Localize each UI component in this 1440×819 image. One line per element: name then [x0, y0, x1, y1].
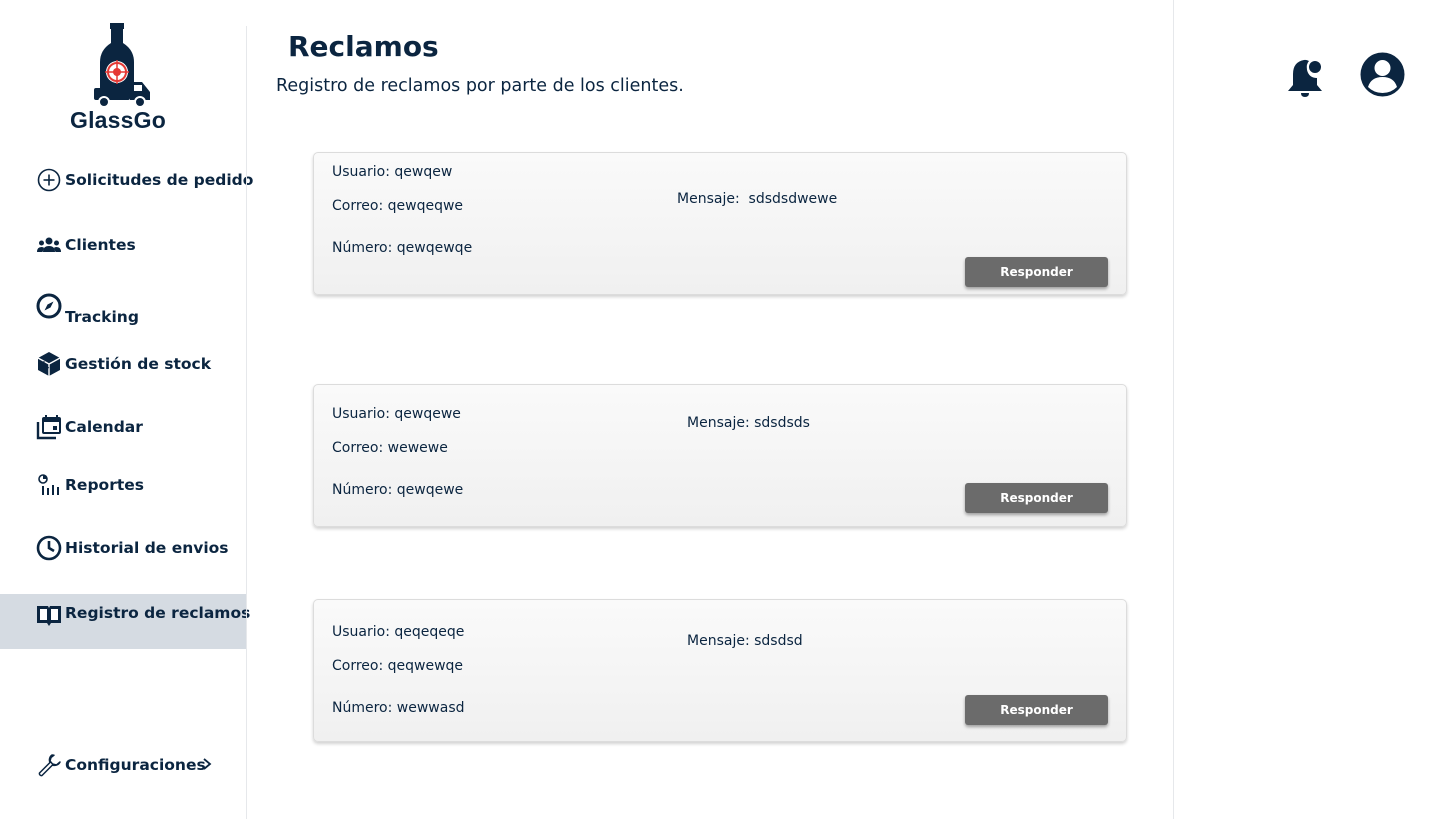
chevron-right-icon [201, 756, 213, 775]
claim-card: Usuario: qewqewe Correo: wewewe Número: … [313, 384, 1127, 527]
claim-mensaje: Mensaje: sdsdsd [687, 633, 803, 649]
claim-usuario: Usuario: qewqew [332, 164, 453, 180]
claim-correo: Correo: qewqeqwe [332, 198, 464, 214]
sidebar-item-configuraciones[interactable]: Configuraciones [0, 745, 247, 785]
claim-mensaje: Mensaje: sdsdsdwewe [677, 191, 838, 207]
user-account-icon[interactable] [1359, 52, 1406, 101]
glassgo-logo[interactable]: GlassGo [62, 20, 174, 135]
sidebar-item-label: Tracking [65, 308, 139, 326]
sidebar-divider [246, 26, 247, 819]
bottle-truck-logo-icon [94, 23, 150, 108]
claim-usuario: Usuario: qewqewe [332, 406, 461, 422]
claim-correo: Correo: wewewe [332, 440, 448, 456]
sidebar-item-reportes[interactable]: Reportes [0, 465, 247, 505]
sidebar-item-label: Reportes [65, 476, 144, 494]
calendar-icon [36, 414, 62, 440]
claim-mensaje: Mensaje: sdsdsds [687, 415, 810, 431]
claim-numero: Número: qewqewe [332, 482, 464, 498]
sidebar: GlassGo Solicitudes de pedido Clientes T… [0, 0, 253, 819]
sidebar-item-label: Solicitudes de pedido [65, 171, 254, 189]
responder-button[interactable]: Responder [965, 483, 1108, 513]
app-root: GlassGo Solicitudes de pedido Clientes T… [0, 0, 1440, 819]
claim-numero: Número: wewwasd [332, 700, 465, 716]
claim-card: Usuario: qeqeqeqe Correo: qeqwewqe Númer… [313, 599, 1127, 742]
responder-button[interactable]: Responder [965, 695, 1108, 725]
page-subtitle: Registro de reclamos por parte de los cl… [276, 76, 684, 96]
clock-icon [36, 535, 62, 561]
sidebar-item-label: Configuraciones [65, 756, 206, 774]
responder-button[interactable]: Responder [965, 257, 1108, 287]
sidebar-item-gestion-de-stock[interactable]: Gestión de stock [0, 344, 247, 384]
notification-bell-icon[interactable] [1285, 56, 1327, 104]
brand-name: GlassGo [70, 107, 166, 133]
compass-icon [36, 293, 62, 319]
people-icon [36, 232, 62, 258]
box-icon [36, 351, 62, 377]
claim-correo: Correo: qeqwewqe [332, 658, 464, 674]
sidebar-item-label: Historial de envios [65, 539, 229, 557]
sidebar-item-label: Calendar [65, 418, 143, 436]
book-icon [36, 602, 62, 628]
sidebar-item-clientes[interactable]: Clientes [0, 225, 247, 265]
sidebar-item-label: Clientes [65, 236, 136, 254]
page-title: Reclamos [288, 30, 439, 63]
reports-icon [36, 472, 62, 498]
claim-card: Usuario: qewqew Correo: qewqeqwe Número:… [313, 152, 1127, 295]
sidebar-item-solicitudes-de-pedido[interactable]: Solicitudes de pedido [0, 160, 253, 200]
claim-usuario: Usuario: qeqeqeqe [332, 624, 465, 640]
sidebar-item-historial-de-envios[interactable]: Historial de envios [0, 528, 247, 568]
sidebar-item-label: Gestión de stock [65, 355, 212, 373]
sidebar-item-calendar[interactable]: Calendar [0, 407, 247, 447]
plus-circle-icon [36, 167, 62, 193]
sidebar-item-registro-de-reclamos[interactable]: Registro de reclamos [0, 594, 251, 649]
claim-numero: Número: qewqewqe [332, 240, 473, 256]
sidebar-item-label: Registro de reclamos [65, 604, 251, 622]
wrench-icon [36, 752, 62, 778]
right-panel-divider [1173, 0, 1174, 819]
sidebar-item-tracking[interactable]: Tracking [0, 286, 247, 326]
